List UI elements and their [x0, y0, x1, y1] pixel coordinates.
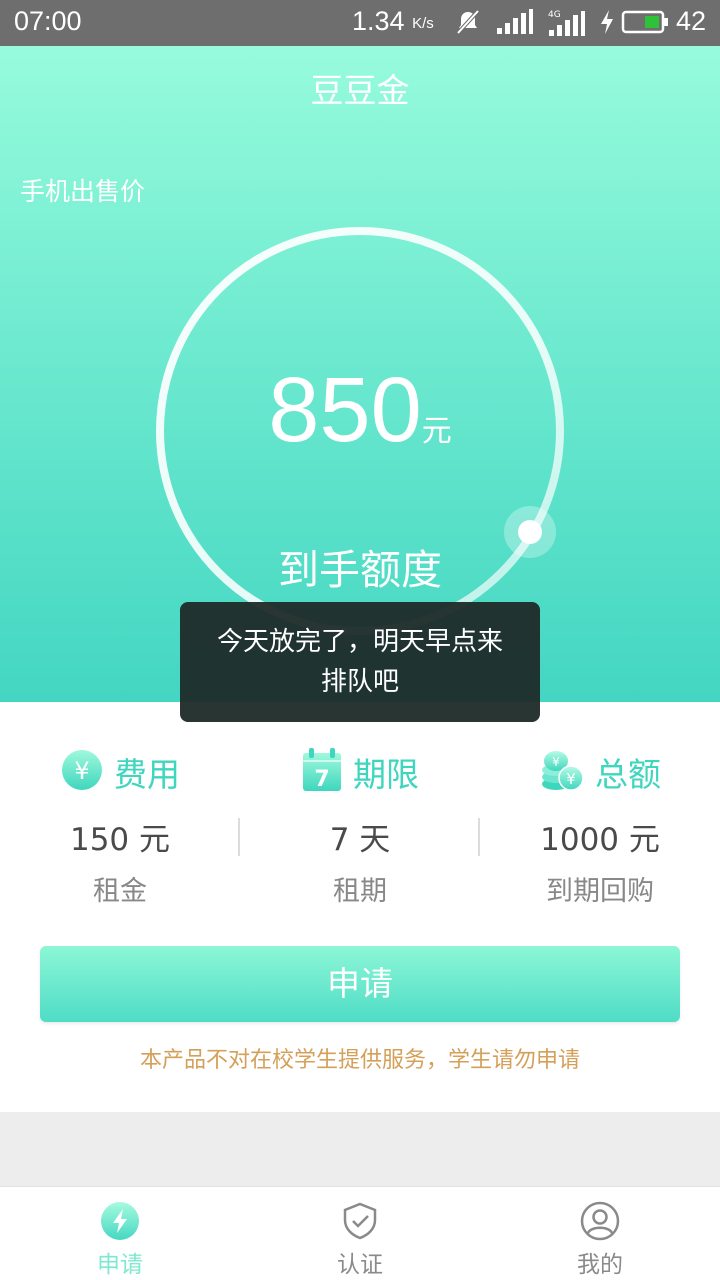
svg-text:¥: ¥ [552, 755, 560, 769]
network-speed-value: 1.34 [352, 6, 405, 36]
apply-button[interactable]: 申请 [40, 946, 680, 1022]
calendar-icon-number: 7 [314, 767, 329, 792]
shield-check-icon [240, 1201, 480, 1241]
signal-icon [496, 8, 534, 40]
fee-title: 费用 [114, 755, 180, 794]
calendar-icon: 7 [301, 747, 343, 797]
lightning-icon [0, 1201, 240, 1241]
nav-item-apply[interactable]: 申请 [0, 1187, 240, 1280]
nav-label-verify: 认证 [337, 1252, 383, 1278]
term-column: 7 期限 7 天 租期 [240, 746, 480, 908]
svg-text:¥: ¥ [74, 757, 89, 785]
app-title: 豆豆金 [310, 71, 410, 110]
battery-level: 42 [676, 6, 707, 36]
signal-4g-label: 4G [548, 10, 561, 20]
toast-message: 今天放完了，明天早点来 排队吧 [180, 602, 540, 722]
yen-coin-icon: ¥ [60, 748, 104, 796]
total-column: ¥ ¥ 总额 1000 元 到期回购 [480, 746, 720, 908]
toast-line-1: 今天放完了，明天早点来 [216, 627, 503, 657]
total-value: 1000 元 [540, 822, 660, 858]
nav-item-mine[interactable]: 我的 [480, 1187, 720, 1280]
price-label: 手机出售价 [20, 177, 146, 206]
svg-text:¥: ¥ [566, 770, 576, 788]
network-speed: 1.34 K/s [352, 6, 434, 37]
total-title: 总额 [595, 755, 661, 794]
network-speed-unit: K/s [412, 15, 434, 32]
total-sub: 到期回购 [546, 876, 654, 907]
battery-icon [620, 8, 670, 40]
amount-display: 850元 [0, 358, 720, 463]
term-sub: 租期 [333, 876, 387, 907]
amount-unit: 元 [421, 414, 452, 449]
info-card: ¥ 费用 150 元 租金 7 期限 7 天 租期 ¥ ¥ 总额 1000 元 到… [0, 702, 720, 1112]
signal-4g-icon: 4G [548, 8, 588, 42]
nav-label-mine: 我的 [577, 1252, 623, 1278]
amount-label: 到手额度 [278, 546, 442, 594]
user-icon [480, 1201, 720, 1241]
fee-sub: 租金 [93, 876, 147, 907]
mute-icon [454, 8, 482, 40]
status-bar: 07:00 1.34 K/s 4G 42 [0, 0, 720, 46]
nav-item-verify[interactable]: 认证 [240, 1187, 480, 1280]
charging-icon [598, 8, 616, 40]
term-title: 期限 [353, 755, 419, 794]
amount-value: 850 [268, 359, 422, 461]
student-notice: 本产品不对在校学生提供服务，学生请勿申请 [139, 1048, 580, 1073]
status-time: 07:00 [14, 6, 82, 36]
nav-label-apply: 申请 [97, 1252, 143, 1278]
fee-column: ¥ 费用 150 元 租金 [0, 746, 240, 908]
toast-line-2: 排队吧 [320, 667, 399, 697]
bottom-nav: 申请 认证 我的 [0, 1186, 720, 1280]
term-value: 7 天 [329, 822, 391, 858]
coin-stack-icon: ¥ ¥ [539, 747, 585, 797]
fee-value: 150 元 [69, 822, 171, 858]
